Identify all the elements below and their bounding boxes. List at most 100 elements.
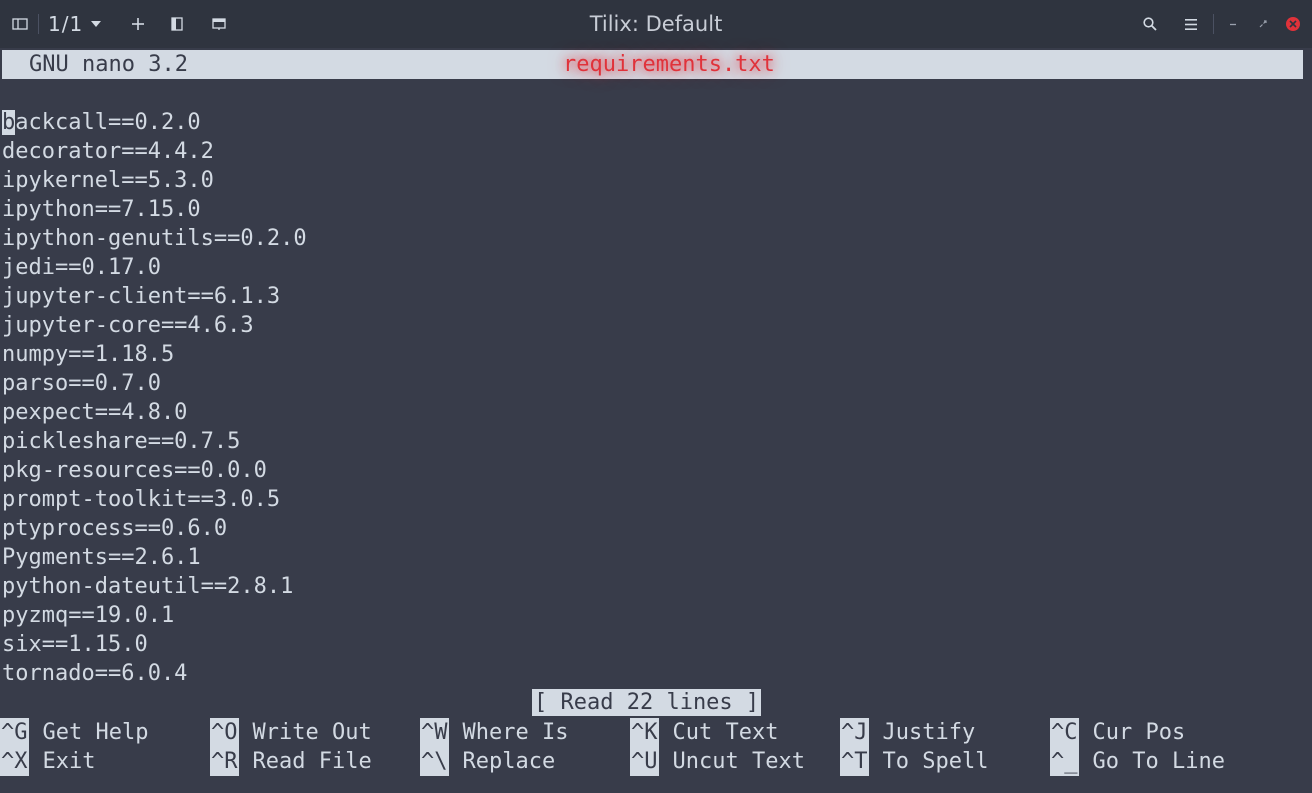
editor-line[interactable]: ptyprocess==0.6.0	[2, 514, 1302, 543]
chevron-down-icon	[91, 21, 102, 27]
shortcut-key: ^R	[210, 747, 239, 776]
editor-line[interactable]: tornado==6.0.4	[2, 659, 1302, 688]
editor-line[interactable]: jupyter-client==6.1.3	[2, 282, 1302, 311]
add-terminal-button[interactable]	[128, 0, 148, 48]
session-label: 1/1	[48, 12, 84, 36]
editor-line[interactable]: pickleshare==0.7.5	[2, 427, 1302, 456]
editor-line[interactable]: jedi==0.17.0	[2, 253, 1302, 282]
session-switcher[interactable]: 1/1	[48, 0, 118, 48]
plus-icon	[132, 18, 144, 30]
shortcut-label: Replace	[462, 749, 556, 774]
editor-line-text: python-dateutil==2.8.1	[2, 574, 294, 599]
editor-line-text: ipython-genutils==0.2.0	[2, 226, 307, 251]
shortcut-to-spell[interactable]: ^T To Spell	[840, 747, 988, 776]
minimize-button[interactable]	[1224, 0, 1242, 48]
titlebar-separator	[38, 14, 39, 34]
shortcut-key: ^U	[630, 747, 659, 776]
editor-line[interactable]: ipython==7.15.0	[2, 195, 1302, 224]
editor-line-text: jupyter-core==4.6.3	[2, 313, 254, 338]
shortcut-label: Justify	[882, 720, 976, 745]
close-button[interactable]	[1283, 0, 1303, 48]
editor-line-text: decorator==4.4.2	[2, 139, 214, 164]
shortcut-uncut-text[interactable]: ^U Uncut Text	[630, 747, 805, 776]
shortcut-key: ^C	[1050, 718, 1079, 747]
editor-buffer[interactable]: backcall==0.2.0 decorator==4.4.2 ipykern…	[2, 108, 1302, 688]
nano-header-bar: GNU nano 3.2 requirements.txt	[2, 36, 1303, 89]
shortcut-replace[interactable]: ^\ Replace	[420, 747, 555, 776]
shortcut-read-file[interactable]: ^R Read File	[210, 747, 372, 776]
editor-line[interactable]: decorator==4.4.2	[2, 137, 1302, 166]
editor-line-text: ackcall==0.2.0	[15, 110, 201, 135]
split-horizontal-icon	[171, 17, 183, 31]
sidebar-toggle-button[interactable]	[8, 0, 32, 48]
close-icon	[1286, 17, 1300, 31]
terminal-pane[interactable]: GNU nano 3.2 requirements.txt backcall==…	[0, 36, 1312, 793]
split-down-button[interactable]	[208, 0, 230, 48]
shortcut-key: ^K	[630, 718, 659, 747]
shortcut-label: Exit	[42, 749, 96, 774]
editor-line-text: ipykernel==5.3.0	[2, 168, 214, 193]
editor-line[interactable]: ipython-genutils==0.2.0	[2, 224, 1302, 253]
editor-line-text: numpy==1.18.5	[2, 342, 175, 367]
editor-line-text: pkg-resources==0.0.0	[2, 458, 267, 483]
shortcut-label: Cut Text	[672, 720, 779, 745]
editor-line[interactable]: pkg-resources==0.0.0	[2, 456, 1302, 485]
shortcut-label: Uncut Text	[672, 749, 805, 774]
editor-line-text: ipython==7.15.0	[2, 197, 201, 222]
editor-line[interactable]: numpy==1.18.5	[2, 340, 1302, 369]
editor-line[interactable]: ipykernel==5.3.0	[2, 166, 1302, 195]
shortcut-exit[interactable]: ^X Exit	[0, 747, 95, 776]
editor-line[interactable]: prompt-toolkit==3.0.5	[2, 485, 1302, 514]
status-message: [ Read 22 lines ]	[532, 689, 762, 716]
shortcut-label: Read File	[252, 749, 372, 774]
shortcut-label: To Spell	[882, 749, 989, 774]
editor-line[interactable]: Pygments==2.6.1	[2, 543, 1302, 572]
hamburger-menu-icon	[1185, 18, 1197, 30]
search-icon	[1143, 17, 1157, 31]
nano-filename: requirements.txt	[553, 36, 785, 89]
nano-version: GNU nano 3.2	[29, 52, 188, 77]
shortcut-cut-text[interactable]: ^K Cut Text	[630, 718, 778, 747]
shortcut-justify[interactable]: ^J Justify	[840, 718, 975, 747]
split-vertical-icon	[212, 18, 226, 30]
editor-line-text: ptyprocess==0.6.0	[2, 516, 228, 541]
shortcut-cur-pos[interactable]: ^C Cur Pos	[1050, 718, 1185, 747]
editor-line-text: prompt-toolkit==3.0.5	[2, 487, 281, 512]
shortcut-key: ^O	[210, 718, 239, 747]
split-right-button[interactable]	[167, 0, 187, 48]
text-cursor: b	[2, 110, 16, 135]
maximize-icon	[1259, 20, 1267, 28]
shortcut-key: ^X	[0, 747, 29, 776]
shortcut-label: Get Help	[42, 720, 149, 745]
menu-button[interactable]	[1181, 0, 1201, 48]
shortcut-go-to-line[interactable]: ^_ Go To Line	[1050, 747, 1225, 776]
shortcut-get-help[interactable]: ^G Get Help	[0, 718, 148, 747]
shortcut-where-is[interactable]: ^W Where Is	[420, 718, 568, 747]
editor-line-text: pexpect==4.8.0	[2, 400, 188, 425]
shortcut-key: ^W	[420, 718, 449, 747]
shortcut-key: ^\	[420, 747, 449, 776]
shortcut-key: ^G	[0, 718, 29, 747]
search-button[interactable]	[1140, 0, 1160, 48]
shortcut-label: Write Out	[252, 720, 372, 745]
editor-line[interactable]: jupyter-core==4.6.3	[2, 311, 1302, 340]
editor-line[interactable]: parso==0.7.0	[2, 369, 1302, 398]
editor-line[interactable]: pyzmq==19.0.1	[2, 601, 1302, 630]
shortcut-bar: ^G Get Help ^O Write Out ^W Where Is ^K Cut …	[0, 718, 1312, 778]
editor-line-text: jupyter-client==6.1.3	[2, 284, 281, 309]
editor-line-text: pickleshare==0.7.5	[2, 429, 241, 454]
sidebar-toggle-icon	[12, 18, 28, 30]
shortcut-label: Where Is	[462, 720, 569, 745]
shortcut-label: Go To Line	[1092, 749, 1225, 774]
shortcut-key: ^T	[840, 747, 869, 776]
editor-line-text: six==1.15.0	[2, 632, 148, 657]
editor-line[interactable]: python-dateutil==2.8.1	[2, 572, 1302, 601]
editor-line[interactable]: pexpect==4.8.0	[2, 398, 1302, 427]
maximize-button[interactable]	[1254, 0, 1272, 48]
editor-line[interactable]: six==1.15.0	[2, 630, 1302, 659]
editor-line[interactable]: backcall==0.2.0	[2, 108, 1302, 137]
editor-line-text: Pygments==2.6.1	[2, 545, 201, 570]
minimize-icon	[1230, 23, 1236, 26]
shortcut-write-out[interactable]: ^O Write Out	[210, 718, 372, 747]
title-bar: Tilix: Default 1/1	[0, 0, 1312, 48]
